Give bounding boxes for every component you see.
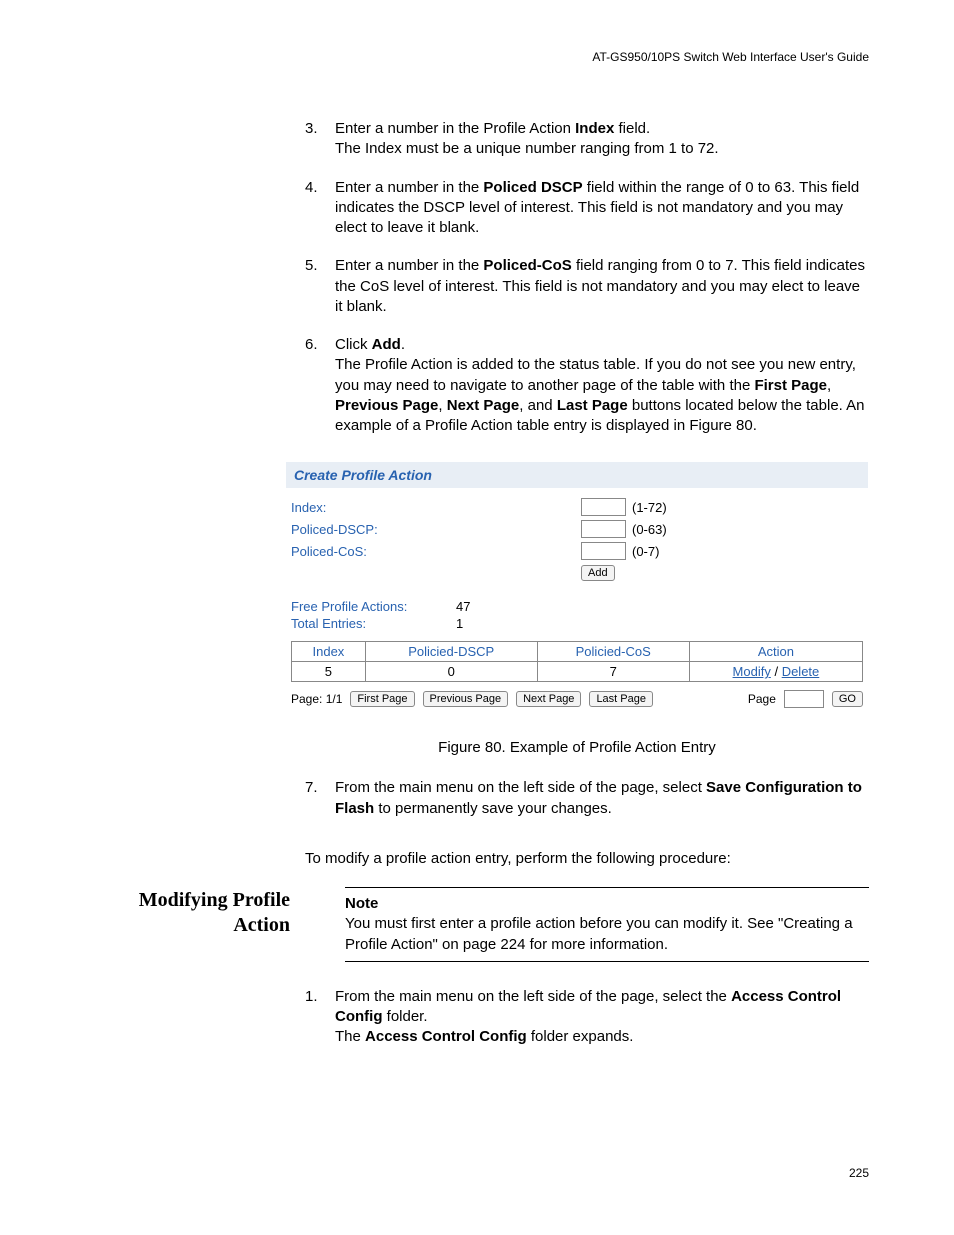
step-number: 1. xyxy=(305,987,335,1048)
modify-intro: To modify a profile action entry, perfor… xyxy=(305,849,869,869)
note-label: Note xyxy=(345,895,378,912)
form-hint: (0-7) xyxy=(632,544,659,559)
table-header-row: Index Policied-DSCP Policied-CoS Action xyxy=(292,642,863,662)
main-content: 3. Enter a number in the Profile Action … xyxy=(305,119,869,1048)
bold: Access Control Config xyxy=(365,1028,527,1045)
add-button-row: Add xyxy=(581,564,863,581)
section-heading: Modifying Profile Action xyxy=(115,888,290,938)
bold: Last Page xyxy=(557,397,628,414)
policed-dscp-input[interactable] xyxy=(581,520,626,538)
modify-link[interactable]: Modify xyxy=(733,664,771,679)
text: Enter a number in the xyxy=(335,179,483,196)
step-body: Click Add. The Profile Action is added t… xyxy=(335,335,869,436)
text: Click xyxy=(335,336,372,353)
cell-action: Modify / Delete xyxy=(689,662,862,682)
bold: Policed DSCP xyxy=(483,179,582,196)
bold: Index xyxy=(575,120,614,137)
table-row: 5 0 7 Modify / Delete xyxy=(292,662,863,682)
step-6: 6. Click Add. The Profile Action is adde… xyxy=(305,335,869,436)
stats-label: Free Profile Actions: xyxy=(291,599,456,614)
delete-link[interactable]: Delete xyxy=(782,664,820,679)
col-index: Index xyxy=(292,642,366,662)
text: Enter a number in the Profile Action xyxy=(335,120,575,137)
step-body: From the main menu on the left side of t… xyxy=(335,987,869,1048)
page-input[interactable] xyxy=(784,690,824,708)
step-body: Enter a number in the Policed-CoS field … xyxy=(335,256,869,317)
figure-caption: Figure 80. Example of Profile Action Ent… xyxy=(285,739,869,756)
step-body: Enter a number in the Policed DSCP field… xyxy=(335,178,869,239)
go-button[interactable]: GO xyxy=(832,691,863,707)
index-input[interactable] xyxy=(581,498,626,516)
bold: Add xyxy=(372,336,401,353)
text: Enter a number in the xyxy=(335,257,483,274)
policed-cos-input[interactable] xyxy=(581,542,626,560)
step-number: 5. xyxy=(305,256,335,317)
step-number: 7. xyxy=(305,778,335,819)
text: folder expands. xyxy=(527,1028,634,1045)
cell-index: 5 xyxy=(292,662,366,682)
form-area: Index: (1-72) Policed-DSCP: (0-63) Polic… xyxy=(286,488,868,716)
profile-action-table: Index Policied-DSCP Policied-CoS Action … xyxy=(291,641,863,682)
stats-value: 47 xyxy=(456,599,470,614)
col-cos: Policied-CoS xyxy=(537,642,689,662)
previous-page-button[interactable]: Previous Page xyxy=(423,691,509,707)
form-row-index: Index: (1-72) xyxy=(291,498,863,516)
text: , xyxy=(827,377,831,394)
next-page-button[interactable]: Next Page xyxy=(516,691,581,707)
col-dscp: Policied-DSCP xyxy=(365,642,537,662)
text: , xyxy=(438,397,446,414)
last-page-button[interactable]: Last Page xyxy=(589,691,653,707)
text: From the main menu on the left side of t… xyxy=(335,988,731,1005)
stats-label: Total Entries: xyxy=(291,616,456,631)
sep: / xyxy=(771,664,782,679)
page-number: 225 xyxy=(849,1166,869,1180)
bold: Policed-CoS xyxy=(483,257,571,274)
step-5: 5. Enter a number in the Policed-CoS fie… xyxy=(305,256,869,317)
profile-action-screenshot: Create Profile Action Index: (1-72) Poli… xyxy=(285,461,869,717)
form-label: Policed-CoS: xyxy=(291,544,581,559)
col-action: Action xyxy=(689,642,862,662)
header-guide: AT-GS950/10PS Switch Web Interface User'… xyxy=(115,50,869,64)
cell-cos: 7 xyxy=(537,662,689,682)
page-indicator: Page: 1/1 xyxy=(291,692,342,706)
step-3: 3. Enter a number in the Profile Action … xyxy=(305,119,869,160)
step-4: 4. Enter a number in the Policed DSCP fi… xyxy=(305,178,869,239)
form-label: Policed-DSCP: xyxy=(291,522,581,537)
bold: Previous Page xyxy=(335,397,438,414)
first-page-button[interactable]: First Page xyxy=(350,691,414,707)
step-number: 4. xyxy=(305,178,335,239)
modify-step-1: 1. From the main menu on the left side o… xyxy=(305,987,869,1048)
step-number: 6. xyxy=(305,335,335,436)
stats-free: Free Profile Actions: 47 xyxy=(291,599,863,614)
note-box: Note You must first enter a profile acti… xyxy=(345,887,869,962)
step-body: From the main menu on the left side of t… xyxy=(335,778,869,819)
step-body: Enter a number in the Profile Action Ind… xyxy=(335,119,869,160)
note-body: You must first enter a profile action be… xyxy=(345,915,853,952)
step-number: 3. xyxy=(305,119,335,160)
bold: Next Page xyxy=(447,397,520,414)
cell-dscp: 0 xyxy=(365,662,537,682)
add-button[interactable]: Add xyxy=(581,565,615,581)
form-label: Index: xyxy=(291,500,581,515)
form-row-cos: Policed-CoS: (0-7) xyxy=(291,542,863,560)
pager: Page: 1/1 First Page Previous Page Next … xyxy=(291,690,863,708)
form-hint: (1-72) xyxy=(632,500,667,515)
panel-title: Create Profile Action xyxy=(286,462,868,488)
stats-value: 1 xyxy=(456,616,463,631)
step-7: 7. From the main menu on the left side o… xyxy=(305,778,869,819)
form-hint: (0-63) xyxy=(632,522,667,537)
page-word: Page xyxy=(748,692,776,706)
text: to permanently save your changes. xyxy=(374,800,612,817)
form-row-dscp: Policed-DSCP: (0-63) xyxy=(291,520,863,538)
stats-total: Total Entries: 1 xyxy=(291,616,863,631)
bold: First Page xyxy=(754,377,827,394)
text: From the main menu on the left side of t… xyxy=(335,779,706,796)
text: , and xyxy=(519,397,557,414)
